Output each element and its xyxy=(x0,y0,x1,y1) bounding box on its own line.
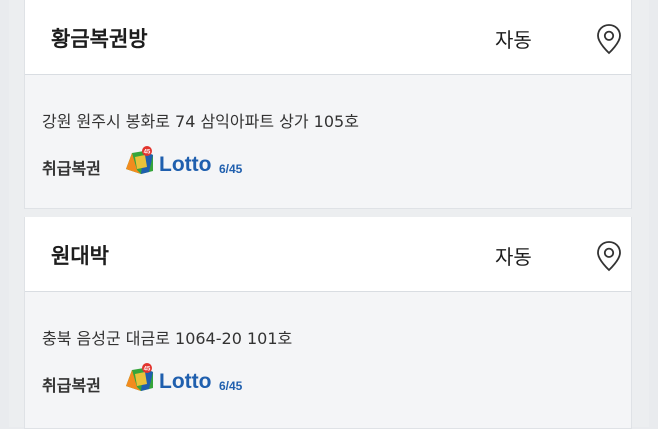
lotto-ball-icon: 45 xyxy=(126,363,153,391)
store-name: 원대박 xyxy=(51,244,109,268)
svg-text:45: 45 xyxy=(144,367,151,373)
store-card-body: 강원 원주시 봉화로 74 삼익아파트 상가 105호 취급복권 45 Lott… xyxy=(25,75,631,209)
svg-text:6/45: 6/45 xyxy=(219,162,243,176)
store-address: 충북 음성군 대금로 1064-20 101호 xyxy=(42,329,293,348)
svg-text:Lotto: Lotto xyxy=(159,370,211,393)
sale-mode: 자동 xyxy=(495,28,532,52)
handled-lottery-label: 취급복권 xyxy=(42,376,101,395)
store-name: 황금복권방 xyxy=(51,27,148,51)
lotto-645-logo: 45 Lotto 6/45 xyxy=(123,145,255,179)
svg-text:Lotto: Lotto xyxy=(159,153,211,176)
map-pin-icon[interactable] xyxy=(595,240,623,272)
store-card[interactable]: 황금복권방 자동 강원 원주시 봉화로 74 삼익아파트 상가 105호 취급복… xyxy=(24,0,632,209)
store-address: 강원 원주시 봉화로 74 삼익아파트 상가 105호 xyxy=(42,112,359,131)
handled-lottery-label: 취급복권 xyxy=(42,159,101,178)
store-card-header: 원대박 자동 xyxy=(25,217,631,292)
map-pin-icon[interactable] xyxy=(595,23,623,55)
store-card-body: 충북 음성군 대금로 1064-20 101호 취급복권 45 Lotto 6/… xyxy=(25,292,631,429)
store-list: 황금복권방 자동 강원 원주시 봉화로 74 삼익아파트 상가 105호 취급복… xyxy=(9,0,649,429)
lotto-645-logo: 45 Lotto 6/45 xyxy=(123,362,255,396)
store-card-header: 황금복권방 자동 xyxy=(25,0,631,75)
svg-text:45: 45 xyxy=(144,150,151,156)
svg-text:6/45: 6/45 xyxy=(219,379,243,393)
sale-mode: 자동 xyxy=(495,245,532,269)
store-card[interactable]: 원대박 자동 충북 음성군 대금로 1064-20 101호 취급복권 45 L… xyxy=(24,217,632,429)
lotto-ball-icon: 45 xyxy=(126,146,153,174)
